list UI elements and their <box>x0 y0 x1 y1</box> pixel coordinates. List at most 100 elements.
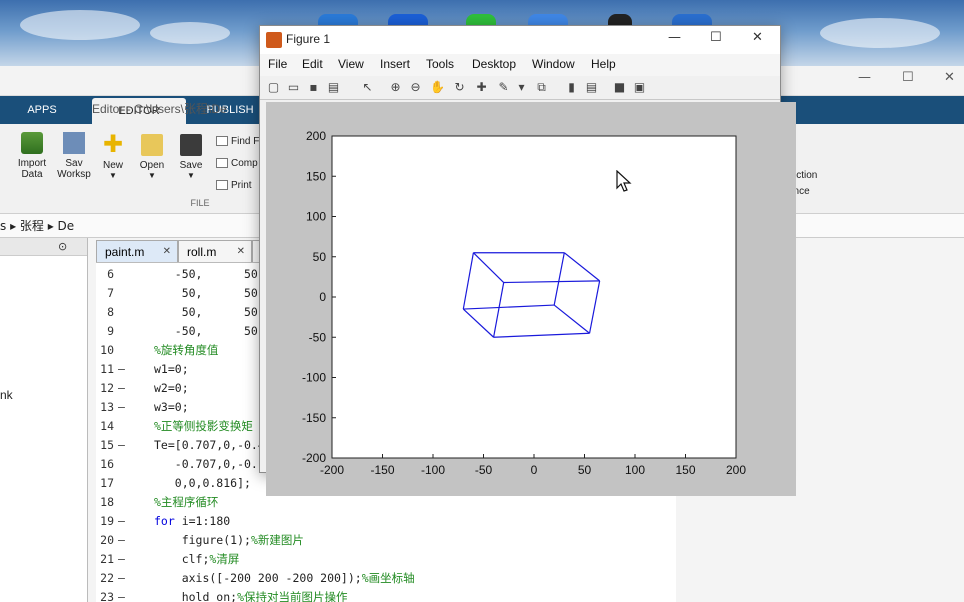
file-group-label: FILE <box>190 198 210 208</box>
open-button[interactable]: Open ▼ <box>136 134 168 180</box>
save-workspace-button[interactable]: Sav Worksp <box>56 132 92 180</box>
y-tick-label: 100 <box>306 210 326 224</box>
tab-label: paint.m <box>105 245 145 259</box>
zoom-in-icon[interactable]: ⊕ <box>388 80 403 95</box>
line-number: 16 <box>100 457 114 471</box>
y-tick-label: -150 <box>302 411 326 425</box>
pan-hand-icon[interactable]: ✋ <box>430 80 445 95</box>
compare-label: Comp <box>231 158 258 169</box>
print-figure-icon[interactable]: ▤ <box>326 80 341 95</box>
code-text: axis([-200 200 -200 200]);%画坐标轴 <box>154 571 415 585</box>
rotate-3d-icon[interactable]: ↻ <box>452 80 467 95</box>
cloud-shape <box>20 10 140 40</box>
breakpoint-marker[interactable]: – <box>118 360 125 379</box>
code-comment: %画坐标轴 <box>361 571 415 585</box>
legend-icon[interactable]: ▤ <box>584 80 599 95</box>
line-number: 14 <box>100 419 114 433</box>
code-text: 0,0,0.816]; <box>154 476 251 490</box>
close-icon[interactable]: ✕ <box>944 70 955 85</box>
tab-apps[interactable]: APPS <box>14 96 70 124</box>
menu-edit[interactable]: Edit <box>302 57 323 71</box>
folder-item-label[interactable]: nk <box>0 388 13 402</box>
save-button[interactable]: Save ▼ <box>176 134 206 180</box>
line-number: 19 <box>100 514 114 528</box>
new-figure-icon[interactable]: ▢ <box>266 80 281 95</box>
code-text: for i=1:180 <box>154 514 231 528</box>
code-comment: %新建图片 <box>250 533 304 547</box>
x-tick-label: 200 <box>726 463 746 477</box>
code-line[interactable]: 22– axis([-200 200 -200 200]);%画坐标轴 <box>96 569 676 588</box>
line-number: 13 <box>100 400 114 414</box>
line-number: 20 <box>100 533 114 547</box>
colorbar-icon[interactable]: ▮ <box>564 80 579 95</box>
maximize-icon[interactable]: ☐ <box>902 70 914 85</box>
minimize-icon[interactable]: — <box>668 30 681 45</box>
zoom-out-icon[interactable]: ⊖ <box>408 80 423 95</box>
import-data-button[interactable]: Import Data <box>14 132 50 180</box>
close-tab-icon[interactable]: ✕ <box>163 241 171 263</box>
editor-window-title: Editor - C:\Users\张程\De <box>92 102 227 116</box>
code-line[interactable]: 20– figure(1);%新建图片 <box>96 531 676 550</box>
new-button[interactable]: ✚ New ▼ <box>98 131 128 181</box>
compare-icon <box>216 158 228 169</box>
menu-window[interactable]: Window <box>532 57 575 71</box>
figure-menubar: File Edit View Insert Tools Desktop Window Help <box>260 54 780 76</box>
dropdown-arrow-icon[interactable]: ▾ <box>514 80 529 95</box>
panel-menu-icon[interactable]: ⊙ <box>58 240 67 253</box>
code-text: %正等侧投影变换矩 <box>154 419 253 433</box>
x-tick-label: 0 <box>531 463 538 477</box>
menu-help[interactable]: Help <box>591 57 616 71</box>
mouse-cursor-icon <box>616 170 632 192</box>
document-tabs: paint.m✕ roll.m✕ r <box>96 240 276 262</box>
breakpoint-marker[interactable]: – <box>118 379 125 398</box>
compare-button[interactable]: Comp <box>216 158 258 169</box>
line-number: 21 <box>100 552 114 566</box>
plus-icon: ✚ <box>102 131 124 158</box>
menu-tools[interactable]: Tools <box>426 57 454 71</box>
code-text: w2=0; <box>154 381 189 395</box>
code-line[interactable]: 19– for i=1:180 <box>96 512 676 531</box>
breakpoint-marker[interactable]: – <box>118 569 125 588</box>
tab-label: roll.m <box>187 245 217 259</box>
x-tick-label: -150 <box>370 463 394 477</box>
axes-box[interactable] <box>331 135 737 459</box>
print-button[interactable]: Print <box>216 180 252 191</box>
breakpoint-marker[interactable]: – <box>118 531 125 550</box>
menu-insert[interactable]: Insert <box>380 57 410 71</box>
plot-area: -200 -150 -100 -50 0 50 100 150 200 200 150 100 50 0 -… <box>266 102 796 496</box>
link-plot-icon[interactable]: ⧉ <box>534 80 549 95</box>
breakpoint-marker[interactable]: – <box>118 436 125 455</box>
close-tab-icon[interactable]: ✕ <box>237 241 245 263</box>
breakpoint-marker[interactable]: – <box>118 398 125 417</box>
code-line[interactable]: 21– clf;%清屏 <box>96 550 676 569</box>
hide-plot-tools-icon[interactable]: ■ <box>612 80 627 95</box>
tab-paint-m[interactable]: paint.m ✕ <box>96 240 178 262</box>
brush-icon[interactable]: ✎ <box>496 80 511 95</box>
save-figure-icon[interactable]: ▪ <box>306 80 321 95</box>
maximize-icon[interactable]: ☐ <box>710 30 722 45</box>
panel-header: ⊙ <box>0 238 87 256</box>
axes-svg[interactable]: -200 -150 -100 -50 0 50 100 150 200 200 150 100 50 0 -… <box>266 102 796 496</box>
chevron-down-icon: ▼ <box>187 171 195 180</box>
code-comment: %保持对当前图片操作 <box>237 590 348 602</box>
open-label: Open <box>139 160 165 171</box>
line-number: 6 <box>107 267 114 281</box>
breakpoint-marker[interactable]: – <box>118 550 125 569</box>
close-icon[interactable]: ✕ <box>752 30 763 45</box>
breakpoint-marker[interactable]: – <box>118 512 125 531</box>
cloud-shape <box>150 22 230 44</box>
menu-view[interactable]: View <box>338 57 364 71</box>
menu-desktop[interactable]: Desktop <box>472 57 516 71</box>
code-line[interactable]: 23– hold on;%保持对当前图片操作 <box>96 588 676 602</box>
chevron-down-icon: ▼ <box>148 171 156 180</box>
open-file-icon[interactable]: ▭ <box>286 80 301 95</box>
data-cursor-icon[interactable]: ✚ <box>474 80 489 95</box>
menu-file[interactable]: File <box>268 57 287 71</box>
breakpoint-marker[interactable]: – <box>118 588 125 602</box>
show-plot-tools-icon[interactable]: ▣ <box>632 80 647 95</box>
find-files-button[interactable]: Find F <box>216 136 259 147</box>
minimize-icon[interactable]: — <box>858 70 871 85</box>
arrow-pointer-icon[interactable]: ↖ <box>360 80 375 95</box>
chevron-down-icon: ▼ <box>109 171 117 180</box>
tab-roll-m[interactable]: roll.m ✕ <box>178 240 252 262</box>
